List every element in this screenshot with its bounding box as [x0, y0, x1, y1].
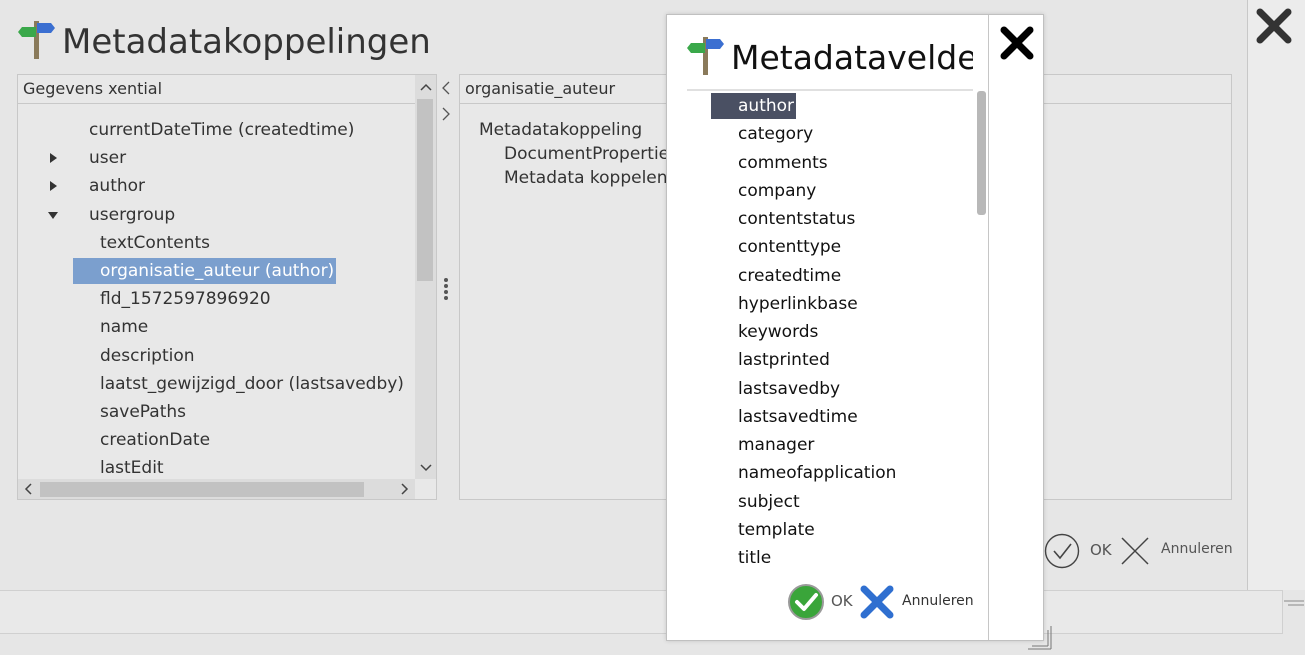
- tree-item-label: currentDateTime (createdtime): [89, 120, 355, 140]
- metadatavelden-dialog: Metadatavelden author category comments com…: [666, 14, 1044, 641]
- tree-item-label: lastEdit: [100, 458, 164, 479]
- dialog-right-border: [988, 15, 989, 640]
- window-close-icon[interactable]: [1254, 6, 1294, 46]
- expand-right-icon[interactable]: [441, 106, 455, 122]
- tree-item-label: fld_1572597896920: [100, 289, 271, 310]
- dialog-ok-label: OK: [831, 592, 853, 610]
- main-ok-button[interactable]: OK: [1044, 533, 1114, 569]
- left-tree[interactable]: currentDateTime (createdtime) user author u…: [18, 117, 414, 479]
- dialog-vertical-scrollbar[interactable]: [976, 91, 988, 571]
- tree-item-label: organisatie_auteur (author): [73, 258, 337, 284]
- dialog-title: Metadatavelden: [731, 38, 973, 77]
- collapse-arrow-icon[interactable]: [48, 211, 58, 219]
- metadata-field-item[interactable]: nameofapplication: [738, 460, 896, 486]
- dialog-close-icon[interactable]: [997, 23, 1037, 63]
- tree-item-label: usergroup: [89, 204, 176, 225]
- scroll-down-arrow-icon[interactable]: [415, 457, 436, 477]
- tree-item[interactable]: name: [18, 314, 414, 340]
- right-tree-item[interactable]: Metadata koppelen: [504, 165, 668, 191]
- tree-item-label: name: [100, 317, 149, 338]
- main-ok-label: OK: [1090, 541, 1112, 559]
- dialog-scroll-thumb[interactable]: [977, 91, 986, 215]
- left-panel-header: Gegevens xential: [18, 75, 436, 104]
- tree-item-label: laatst_gewijzigd_door (lastsavedby): [100, 373, 404, 394]
- right-close-column: [1247, 0, 1305, 590]
- check-circle-icon: [1044, 533, 1080, 569]
- metadata-field-item[interactable]: manager: [738, 432, 814, 458]
- page-title: Metadatakoppelingen: [62, 22, 431, 62]
- left-panel: Gegevens xential currentDateTime (create…: [17, 74, 437, 500]
- metadata-field-item[interactable]: keywords: [738, 319, 818, 345]
- tree-item[interactable]: savePaths: [18, 399, 414, 425]
- signpost-icon: [687, 34, 725, 80]
- tree-item-label: author: [89, 176, 146, 197]
- scroll-left-arrow-icon[interactable]: [20, 479, 38, 499]
- dialog-cancel-label: Annuleren: [902, 593, 974, 609]
- tree-item[interactable]: description: [18, 343, 414, 369]
- main-window: Metadatakoppelingen Gegevens xential cur…: [0, 0, 1247, 590]
- expand-arrow-icon[interactable]: [50, 181, 57, 192]
- tree-item-label: textContents: [100, 232, 211, 253]
- tree-item[interactable]: laatst_gewijzigd_door (lastsavedby): [18, 371, 414, 397]
- corner-grip-icon: [1284, 592, 1304, 606]
- scroll-right-arrow-icon[interactable]: [396, 479, 414, 499]
- metadata-field-item[interactable]: contentstatus: [738, 206, 855, 232]
- main-cancel-button[interactable]: Annuleren: [1120, 533, 1233, 569]
- tree-item[interactable]: fld_1572597896920: [18, 286, 414, 312]
- signpost-icon: [18, 18, 55, 59]
- tree-item[interactable]: organisatie_auteur (author): [18, 258, 414, 284]
- scroll-up-arrow-icon[interactable]: [415, 77, 436, 97]
- left-vertical-scroll-thumb[interactable]: [417, 99, 433, 281]
- dialog-divider: [687, 89, 973, 91]
- right-tree-item[interactable]: Metadatakoppeling: [479, 117, 642, 143]
- metadata-field-item[interactable]: company: [738, 178, 816, 204]
- dialog-cancel-button[interactable]: Annuleren: [859, 583, 977, 621]
- metadata-field-item[interactable]: template: [738, 517, 815, 543]
- blue-x-icon: [860, 585, 894, 619]
- left-vertical-scrollbar[interactable]: [415, 75, 436, 479]
- right-tree-item[interactable]: DocumentProperties: [504, 141, 678, 167]
- tree-item-label: savePaths: [100, 402, 186, 422]
- metadata-field-item[interactable]: comments: [738, 150, 828, 176]
- metadata-field-list[interactable]: author category comments company contentstat…: [667, 93, 975, 573]
- metadata-field-item[interactable]: category: [738, 121, 813, 147]
- metadata-field-item[interactable]: hyperlinkbase: [738, 291, 858, 317]
- metadata-field-item[interactable]: lastprinted: [738, 347, 830, 373]
- tree-item[interactable]: textContents: [18, 230, 414, 256]
- metadata-field-item[interactable]: createdtime: [738, 263, 841, 289]
- left-horizontal-scroll-thumb[interactable]: [40, 482, 364, 497]
- tree-item[interactable]: author: [18, 173, 414, 199]
- tree-item[interactable]: usergroup: [18, 202, 414, 228]
- close-x-icon: [1121, 537, 1149, 565]
- metadata-field-item[interactable]: lastsavedby: [738, 376, 840, 402]
- metadata-field-item[interactable]: subject: [738, 489, 800, 515]
- status-bar: [0, 590, 1283, 634]
- tree-item[interactable]: currentDateTime (createdtime): [18, 117, 414, 143]
- main-cancel-label: Annuleren: [1161, 541, 1233, 557]
- tree-item-label: description: [100, 345, 195, 366]
- expand-arrow-icon[interactable]: [50, 153, 57, 164]
- tree-item[interactable]: user: [18, 145, 414, 171]
- metadata-field-item[interactable]: author: [711, 93, 797, 119]
- metadata-field-item[interactable]: lastsavedtime: [738, 404, 858, 430]
- splitter-handle[interactable]: [442, 276, 450, 302]
- tree-item[interactable]: lastEdit: [18, 455, 414, 479]
- collapse-left-icon[interactable]: [441, 80, 455, 96]
- dialog-ok-button[interactable]: OK: [787, 583, 857, 621]
- green-check-icon: [788, 584, 824, 620]
- tree-item-label: creationDate: [100, 430, 211, 451]
- tree-item-label: user: [89, 148, 127, 169]
- metadata-field-item[interactable]: contenttype: [738, 234, 841, 260]
- tree-item[interactable]: creationDate: [18, 427, 414, 453]
- metadata-field-item[interactable]: title: [738, 545, 771, 571]
- left-horizontal-scrollbar[interactable]: [18, 479, 415, 499]
